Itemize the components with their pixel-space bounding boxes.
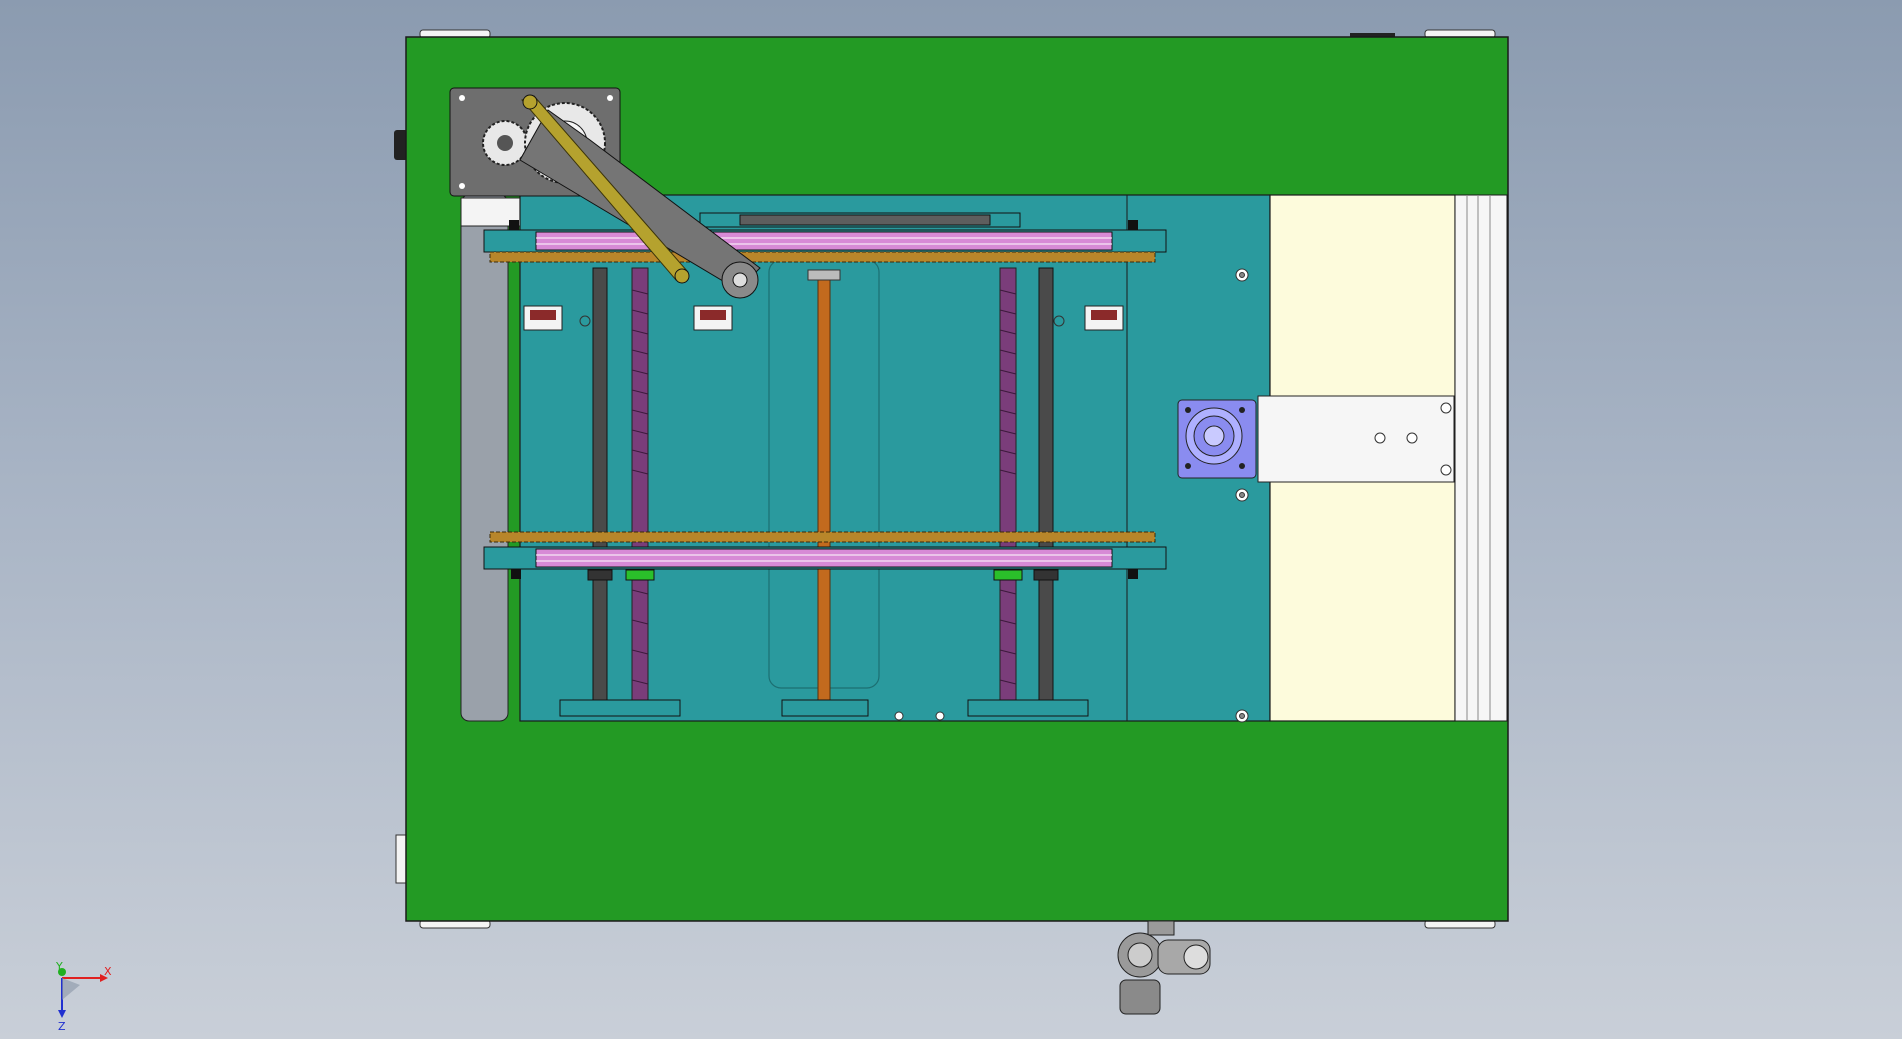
cad-viewport[interactable]: X Y Z: [0, 0, 1902, 1039]
triad-y-label: Y: [55, 960, 63, 973]
bearing-blocks: [559, 699, 1089, 717]
bottom-actuator: [1117, 920, 1211, 1015]
triad-z-label: Z: [58, 1020, 66, 1033]
center-lead-screw: [817, 275, 831, 702]
orientation-triad: X Y Z: [55, 960, 112, 1033]
triad-x-label: X: [104, 965, 112, 978]
inner-window: [460, 194, 509, 722]
motor-mount: [1177, 395, 1455, 483]
side-rail: [1454, 194, 1508, 722]
